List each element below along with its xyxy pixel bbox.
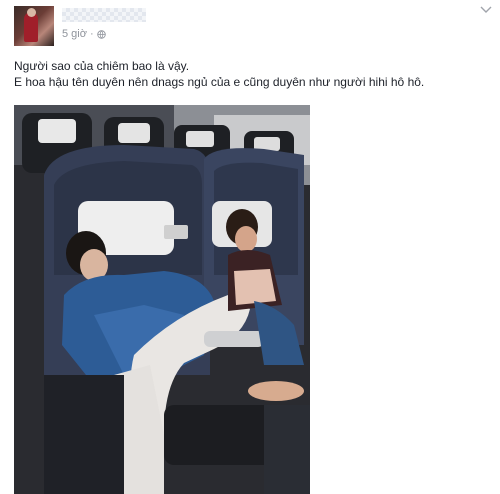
author-name-redacted[interactable]: [62, 8, 146, 22]
globe-icon[interactable]: [96, 29, 106, 39]
meta-separator: ·: [89, 28, 94, 40]
chevron-down-icon[interactable]: [480, 6, 492, 16]
post-text-line-2: E hoa hậu tên duyên nên dnags ngủ của e …: [14, 75, 425, 89]
avatar[interactable]: [14, 6, 54, 46]
post-photo[interactable]: [14, 105, 310, 494]
photo-airplane-cabin: [14, 105, 310, 494]
post-text-line-1: Người sao của chiêm bao là vậy.: [14, 59, 190, 73]
post-timestamp[interactable]: 5 giờ: [62, 28, 87, 40]
post-text: Người sao của chiêm bao là vậy. E hoa hậ…: [14, 58, 494, 90]
post-meta: 5 giờ ·: [62, 28, 106, 40]
post-header: 5 giờ ·: [14, 6, 494, 48]
avatar-figure-head: [27, 8, 36, 17]
